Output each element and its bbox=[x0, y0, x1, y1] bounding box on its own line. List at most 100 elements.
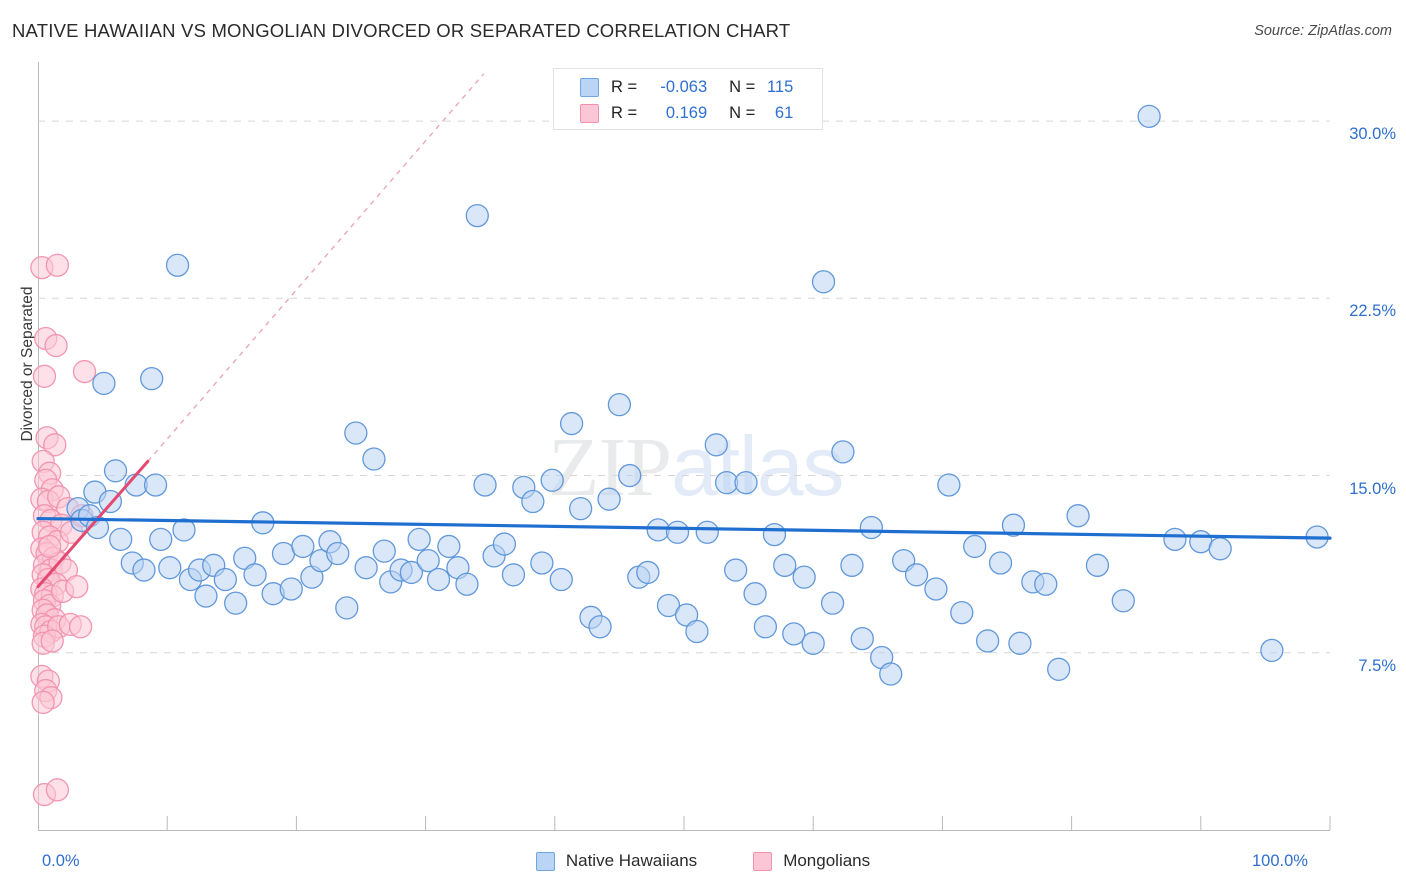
correlation-chart: NATIVE HAWAIIAN VS MONGOLIAN DIVORCED OR… bbox=[0, 0, 1406, 892]
data-point bbox=[326, 541, 350, 566]
data-point bbox=[820, 591, 845, 615]
data-point bbox=[1111, 589, 1135, 613]
data-point bbox=[879, 662, 903, 686]
n-label-2: N = bbox=[729, 103, 756, 122]
data-point bbox=[704, 433, 728, 457]
data-point bbox=[92, 371, 116, 396]
data-point bbox=[540, 468, 564, 492]
correlation-stats-box: R = -0.063 N = 115 R = 0.169 N = 61 bbox=[553, 68, 823, 130]
data-point bbox=[465, 203, 489, 228]
data-point bbox=[44, 333, 68, 358]
data-point bbox=[372, 539, 396, 563]
data-point bbox=[165, 253, 190, 277]
data-point bbox=[158, 556, 182, 580]
data-point bbox=[1047, 657, 1071, 681]
data-point bbox=[811, 270, 836, 294]
data-point bbox=[501, 563, 526, 587]
n-value-1: 115 bbox=[766, 77, 794, 96]
data-point bbox=[695, 520, 719, 544]
data-point bbox=[1034, 572, 1058, 596]
data-point bbox=[224, 591, 248, 615]
data-point bbox=[568, 496, 593, 521]
data-point bbox=[963, 534, 987, 559]
data-point bbox=[618, 463, 642, 488]
legend-label-native-hawaiians: Native Hawaiians bbox=[565, 851, 698, 870]
data-point bbox=[109, 527, 133, 551]
data-point bbox=[335, 596, 359, 620]
data-point bbox=[559, 411, 584, 436]
data-point bbox=[988, 551, 1013, 575]
data-point bbox=[243, 563, 267, 587]
data-point bbox=[279, 577, 303, 601]
data-point bbox=[68, 615, 93, 639]
data-point bbox=[1008, 631, 1032, 655]
legend-item-mongolians[interactable]: Mongolians bbox=[753, 851, 870, 871]
data-point bbox=[65, 574, 89, 599]
data-point bbox=[354, 556, 378, 580]
data-point bbox=[1260, 638, 1284, 663]
data-point bbox=[103, 459, 128, 483]
data-point bbox=[859, 515, 883, 540]
data-point bbox=[773, 553, 797, 577]
r-label-2: R = bbox=[611, 103, 638, 122]
data-point bbox=[646, 518, 670, 542]
r-label-1: R = bbox=[611, 77, 638, 96]
data-point bbox=[455, 572, 479, 596]
legend-swatch-mongolians bbox=[753, 851, 773, 871]
data-point bbox=[1066, 504, 1090, 528]
data-point bbox=[831, 440, 855, 464]
data-point bbox=[762, 522, 787, 547]
data-point bbox=[143, 473, 168, 497]
trendline-extension-mongolians bbox=[147, 73, 485, 462]
swatch-native-hawaiians bbox=[580, 77, 599, 97]
data-point bbox=[72, 359, 97, 384]
data-point bbox=[344, 421, 368, 445]
data-point bbox=[924, 577, 948, 601]
data-point bbox=[588, 615, 612, 639]
data-point bbox=[45, 253, 70, 277]
n-value-2: 61 bbox=[774, 103, 794, 122]
legend-item-native-hawaiians[interactable]: Native Hawaiians bbox=[535, 851, 698, 871]
data-point bbox=[850, 626, 874, 651]
legend-swatch-native-hawaiians bbox=[535, 851, 555, 871]
scatter-canvas bbox=[30, 73, 1332, 830]
data-point bbox=[40, 629, 64, 653]
data-point bbox=[782, 622, 806, 646]
data-point bbox=[492, 532, 517, 556]
data-point bbox=[362, 447, 386, 471]
data-point bbox=[950, 600, 974, 625]
x-axis-line bbox=[38, 830, 1330, 831]
page-title: NATIVE HAWAIIAN VS MONGOLIAN DIVORCED OR… bbox=[12, 20, 791, 41]
data-point bbox=[734, 470, 758, 495]
data-point bbox=[473, 473, 497, 497]
swatch-mongolians bbox=[580, 103, 599, 123]
y-tick-label: 15.0% bbox=[1349, 479, 1396, 498]
data-point bbox=[31, 690, 55, 715]
r-value-2: 0.169 bbox=[665, 103, 708, 122]
data-point bbox=[685, 619, 709, 644]
y-tick-label: 7.5% bbox=[1358, 656, 1396, 675]
y-tick-label: 22.5% bbox=[1349, 302, 1396, 321]
data-point bbox=[37, 534, 62, 559]
data-point bbox=[665, 520, 690, 544]
data-point bbox=[1085, 553, 1110, 577]
data-point bbox=[426, 567, 451, 592]
stat-row-mongolians: R = 0.169 N = 61 bbox=[580, 100, 822, 126]
data-point bbox=[840, 553, 864, 577]
data-point bbox=[904, 563, 929, 587]
scatter-series-native-hawaiians bbox=[66, 104, 1329, 686]
data-point bbox=[291, 534, 315, 559]
legend-label-mongolians: Mongolians bbox=[783, 851, 871, 870]
data-point bbox=[743, 582, 767, 606]
data-point bbox=[792, 565, 816, 589]
data-point bbox=[140, 367, 164, 391]
data-point bbox=[407, 527, 431, 551]
data-point bbox=[636, 560, 660, 585]
chart-legend: Native Hawaiians Mongolians bbox=[0, 851, 1406, 871]
data-point bbox=[437, 534, 461, 559]
data-point bbox=[32, 364, 57, 388]
plot-area bbox=[30, 62, 1332, 830]
data-point bbox=[714, 470, 739, 495]
data-point bbox=[607, 392, 632, 417]
data-point bbox=[1137, 104, 1161, 129]
